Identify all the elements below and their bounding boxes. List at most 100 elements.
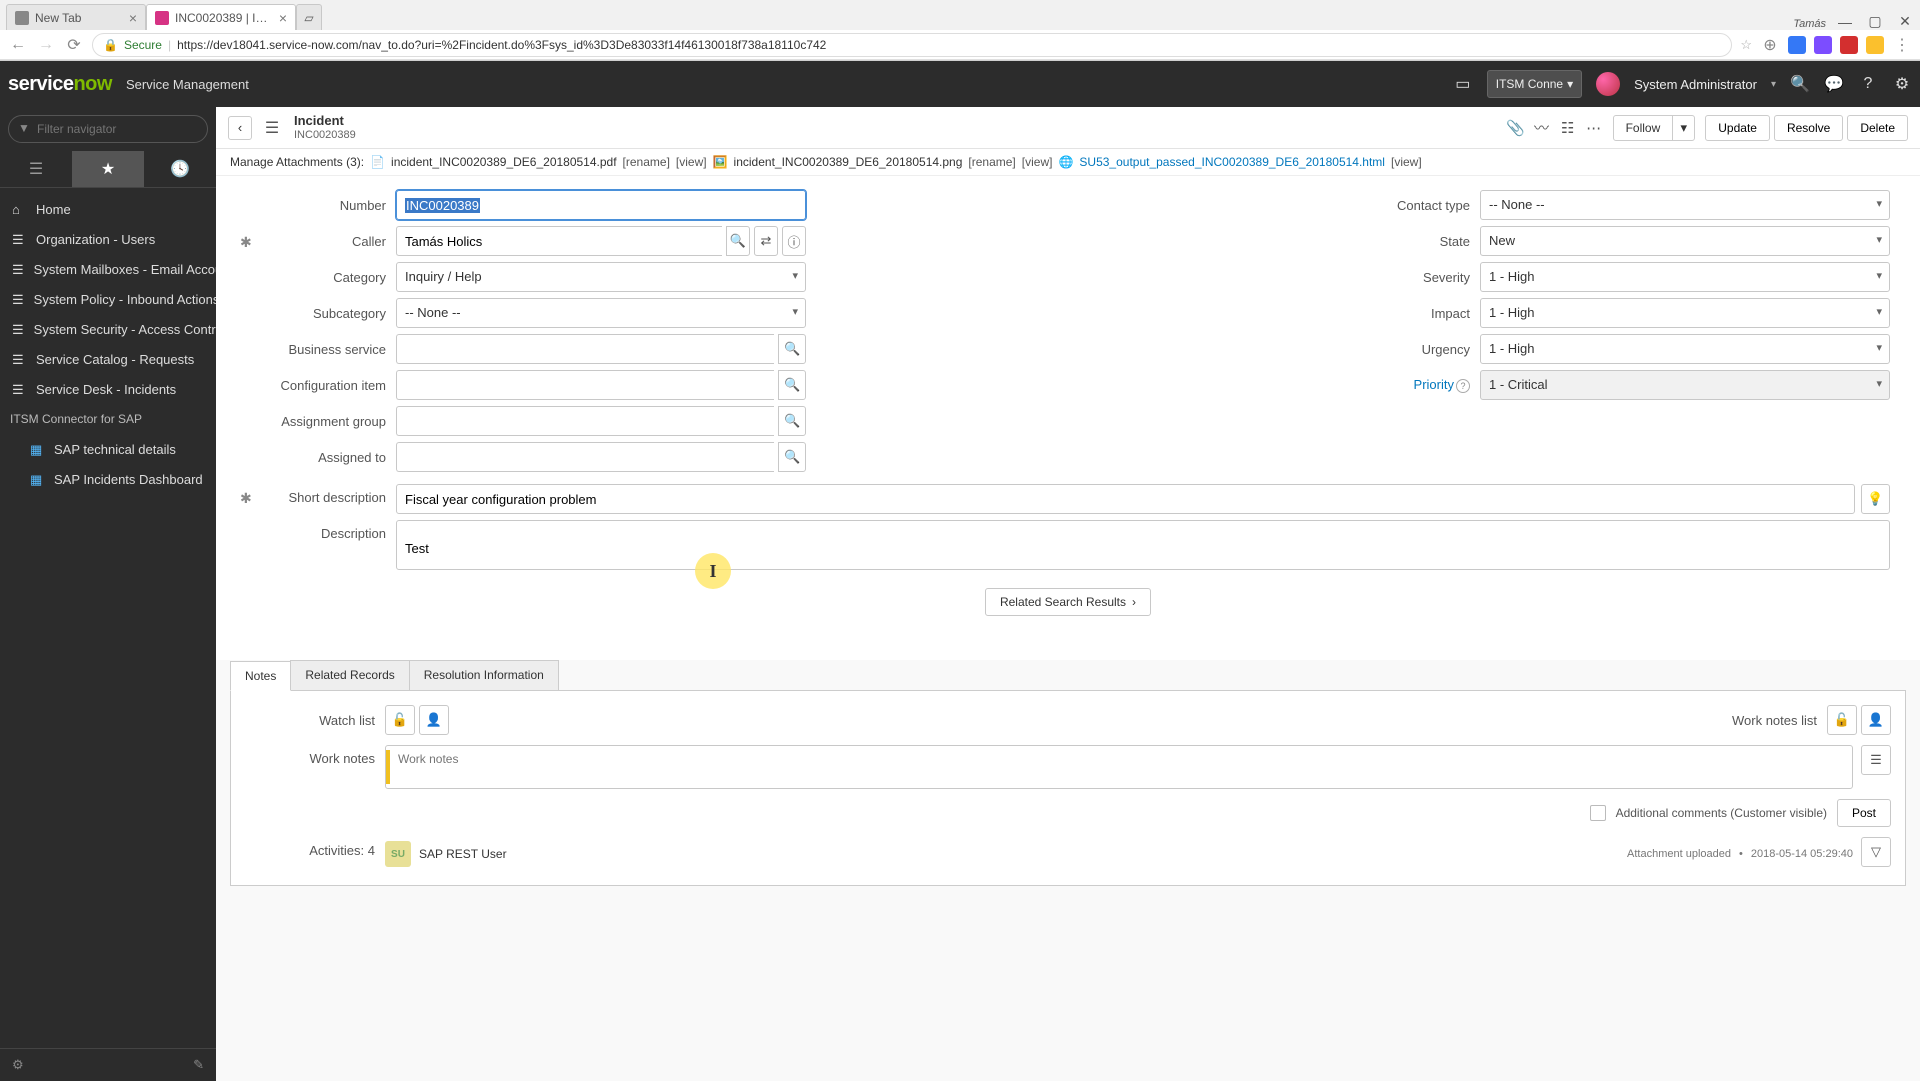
attachment-link[interactable]: incident_INC0020389_DE6_20180514.png (734, 155, 963, 169)
ci-field[interactable] (396, 370, 774, 400)
minimize-icon[interactable]: — (1830, 14, 1860, 30)
suggestion-icon[interactable]: 💡 (1861, 484, 1890, 514)
attachment-icon[interactable]: 📎 (1503, 115, 1529, 141)
impact-select[interactable]: 1 - High (1480, 298, 1890, 328)
address-bar[interactable]: 🔒 Secure | https://dev18041.service-now.… (92, 33, 1732, 57)
sidebar-item-users[interactable]: ☰Organization - Users (0, 224, 216, 254)
browser-profile[interactable]: Tamás (1793, 18, 1826, 30)
search-icon[interactable]: 🔍 (1790, 74, 1810, 94)
post-button[interactable]: Post (1837, 799, 1891, 827)
urgency-select[interactable]: 1 - High (1480, 334, 1890, 364)
sidebar-item-access[interactable]: ☰System Security - Access Contro... (0, 314, 216, 344)
subcategory-select[interactable]: -- None -- (396, 298, 806, 328)
extension-icon[interactable] (1866, 36, 1884, 54)
update-button[interactable]: Update (1705, 115, 1770, 141)
browser-tab[interactable]: INC0020389 | Incident | S × (146, 4, 296, 30)
lookup-icon[interactable]: 🔍 (778, 406, 806, 436)
sidebar-item-requests[interactable]: ☰Service Catalog - Requests (0, 344, 216, 374)
contact-select[interactable]: -- None -- (1480, 190, 1890, 220)
nav-tab-favorites[interactable]: ★ (72, 151, 144, 187)
agroup-field[interactable] (396, 406, 774, 436)
sidebar-item-mailboxes[interactable]: ☰System Mailboxes - Email Accou... (0, 254, 216, 284)
extension-icon[interactable] (1840, 36, 1858, 54)
help-icon[interactable]: ? (1858, 74, 1878, 94)
rename-link[interactable]: [rename] (968, 155, 1015, 169)
settings-icon[interactable]: ☷ (1555, 115, 1581, 141)
unlock-icon[interactable]: 🔓 (1827, 705, 1857, 735)
caller-field[interactable] (396, 226, 722, 256)
lookup-icon[interactable]: 🔍 (778, 334, 806, 364)
nav-tab-all[interactable]: ☰ (0, 151, 72, 187)
role-picker[interactable]: ITSM Conne ▾ (1487, 70, 1582, 98)
logo[interactable]: servicenow (8, 73, 112, 96)
chat-icon[interactable]: 💬 (1824, 74, 1844, 94)
expand-icon[interactable]: ☰ (1861, 745, 1891, 775)
related-search-button[interactable]: Related Search Results › (985, 588, 1151, 616)
close-icon[interactable]: × (129, 10, 137, 26)
close-icon[interactable]: ✕ (1890, 13, 1920, 30)
browser-tab[interactable]: New Tab × (6, 4, 146, 30)
assigned-field[interactable] (396, 442, 774, 472)
attachments-label[interactable]: Manage Attachments (3): (230, 155, 364, 169)
follow-dropdown[interactable]: ▾ (1672, 116, 1694, 140)
filter-navigator-input[interactable] (8, 115, 208, 143)
nav-tab-history[interactable]: 🕓 (144, 151, 216, 187)
back-button[interactable]: ‹ (228, 116, 252, 140)
severity-select[interactable]: 1 - High (1480, 262, 1890, 292)
delete-button[interactable]: Delete (1847, 115, 1908, 141)
lookup-icon[interactable]: 🔍 (726, 226, 750, 256)
work-notes-input[interactable] (396, 750, 1848, 784)
view-link[interactable]: [view] (676, 155, 707, 169)
card-icon[interactable]: ▭ (1453, 74, 1473, 94)
form-menu-icon[interactable]: ☰ (260, 116, 284, 140)
related-icon[interactable]: ⇄ (754, 226, 778, 256)
sidebar-item-sap-dashboard[interactable]: ▦SAP Incidents Dashboard (0, 464, 216, 494)
description-field[interactable] (396, 520, 1890, 570)
resolve-button[interactable]: Resolve (1774, 115, 1843, 141)
close-icon[interactable]: × (279, 10, 287, 26)
activity-icon[interactable]: 〰 (1529, 115, 1555, 141)
attachment-link[interactable]: incident_INC0020389_DE6_20180514.pdf (391, 155, 617, 169)
lookup-icon[interactable]: 🔍 (778, 370, 806, 400)
gear-icon[interactable]: ⚙ (12, 1057, 24, 1073)
state-select[interactable]: New (1480, 226, 1890, 256)
filter-activity-icon[interactable]: ▽ (1861, 837, 1891, 867)
info-icon[interactable]: ⓘ (782, 226, 806, 256)
sidebar-item-inbound[interactable]: ☰System Policy - Inbound Actions (0, 284, 216, 314)
extension-icon[interactable] (1814, 36, 1832, 54)
sidebar-item-sap-details[interactable]: ▦SAP technical details (0, 434, 216, 464)
rename-link[interactable]: [rename] (623, 155, 670, 169)
add-me-icon[interactable]: 👤 (419, 705, 449, 735)
avatar[interactable] (1596, 72, 1620, 96)
help-icon[interactable]: ? (1456, 379, 1470, 393)
additional-comments-checkbox[interactable] (1590, 805, 1606, 821)
extension-icon[interactable] (1788, 36, 1806, 54)
back-icon[interactable]: ← (8, 36, 28, 54)
sidebar-item-home[interactable]: ⌂Home (0, 194, 216, 224)
view-link[interactable]: [view] (1391, 155, 1422, 169)
sidebar-item-incidents[interactable]: ☰Service Desk - Incidents (0, 374, 216, 404)
tab-related[interactable]: Related Records (290, 660, 409, 690)
user-name[interactable]: System Administrator (1634, 77, 1757, 92)
number-field[interactable]: INC0020389 (396, 190, 806, 220)
tab-notes[interactable]: Notes (230, 661, 291, 691)
add-me-icon[interactable]: 👤 (1861, 705, 1891, 735)
star-icon[interactable]: ☆ (1740, 37, 1752, 53)
gear-icon[interactable]: ⚙ (1892, 74, 1912, 94)
extension-icon[interactable]: ⊕ (1760, 35, 1780, 55)
short-description-field[interactable] (396, 484, 1855, 514)
new-tab-button[interactable]: ▱ (296, 4, 322, 30)
follow-button[interactable]: Follow (1614, 116, 1673, 140)
more-icon[interactable]: ⋯ (1581, 115, 1607, 141)
menu-icon[interactable]: ⋮ (1892, 35, 1912, 55)
forward-icon[interactable]: → (36, 36, 56, 54)
chevron-down-icon[interactable]: ▾ (1771, 79, 1776, 90)
bservice-field[interactable] (396, 334, 774, 364)
attachment-link[interactable]: SU53_output_passed_INC0020389_DE6_201805… (1079, 155, 1385, 169)
unlock-icon[interactable]: 🔓 (385, 705, 415, 735)
view-link[interactable]: [view] (1022, 155, 1053, 169)
edit-icon[interactable]: ✎ (193, 1057, 204, 1073)
lookup-icon[interactable]: 🔍 (778, 442, 806, 472)
tab-resolution[interactable]: Resolution Information (409, 660, 559, 690)
maximize-icon[interactable]: ▢ (1860, 13, 1890, 30)
